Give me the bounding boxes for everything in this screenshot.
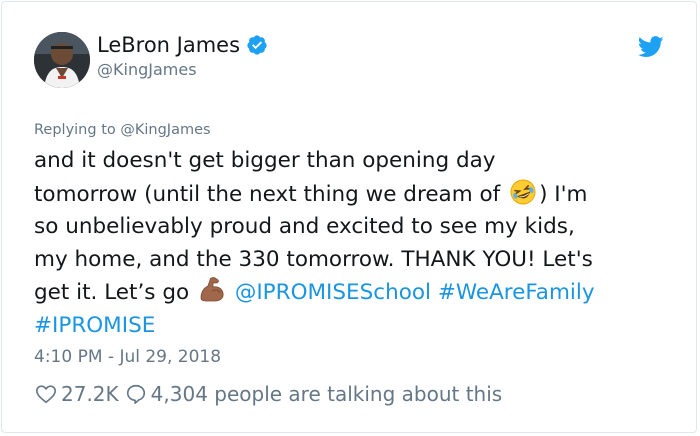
comment-icon[interactable] — [125, 383, 147, 405]
tweet-text-segment: tomorrow (until the next thing we dream … — [34, 181, 508, 207]
tweet-text-segment: get it. Let’s go — [34, 280, 196, 305]
tweet-line: and it doesn't get bigger than opening d… — [34, 148, 496, 173]
timestamp[interactable]: 4:10 PM - Jul 29, 2018 — [34, 347, 221, 367]
tweet-line: so unbelievably proud and excited to see… — [34, 214, 575, 239]
talking-count[interactable]: 4,304 people are talking about this — [151, 382, 503, 406]
author-handle[interactable]: @KingJames — [97, 60, 197, 79]
tweet-line: my home, and the 330 tomorrow. THANK YOU… — [34, 246, 593, 272]
like-count: 27.2K — [61, 382, 119, 406]
heart-icon[interactable] — [35, 383, 57, 405]
tweet-card: LeBron James @KingJames Replying to @Kin… — [1, 1, 697, 433]
tweet-line: #IPROMISE — [34, 310, 674, 343]
replying-to: Replying to @KingJames — [34, 122, 211, 138]
twitter-bird-icon[interactable] — [637, 36, 664, 58]
hashtag-link[interactable]: #WeAreFamily — [438, 280, 595, 305]
author-name-text: LeBron James — [97, 33, 241, 57]
author-name[interactable]: LeBron James — [97, 33, 268, 57]
tweet-actions: 27.2K 4,304 people are talking about thi… — [35, 382, 502, 406]
tweet-line: tomorrow (until the next thing we dream … — [34, 178, 674, 212]
mention-link[interactable]: @IPROMISESchool — [235, 280, 431, 305]
verified-badge-icon — [246, 34, 268, 56]
flexed-biceps-emoji-icon — [198, 276, 226, 304]
tweet-text-segment: ) I'm — [539, 181, 588, 207]
avatar[interactable] — [34, 32, 90, 88]
tweet-line: get it. Let’s go @IPROMISESchool #WeAreF… — [34, 276, 674, 310]
hashtag-link[interactable]: #IPROMISE — [34, 313, 155, 338]
laughing-emoji-icon — [509, 178, 537, 206]
tweet-text: and it doesn't get bigger than opening d… — [34, 145, 674, 342]
